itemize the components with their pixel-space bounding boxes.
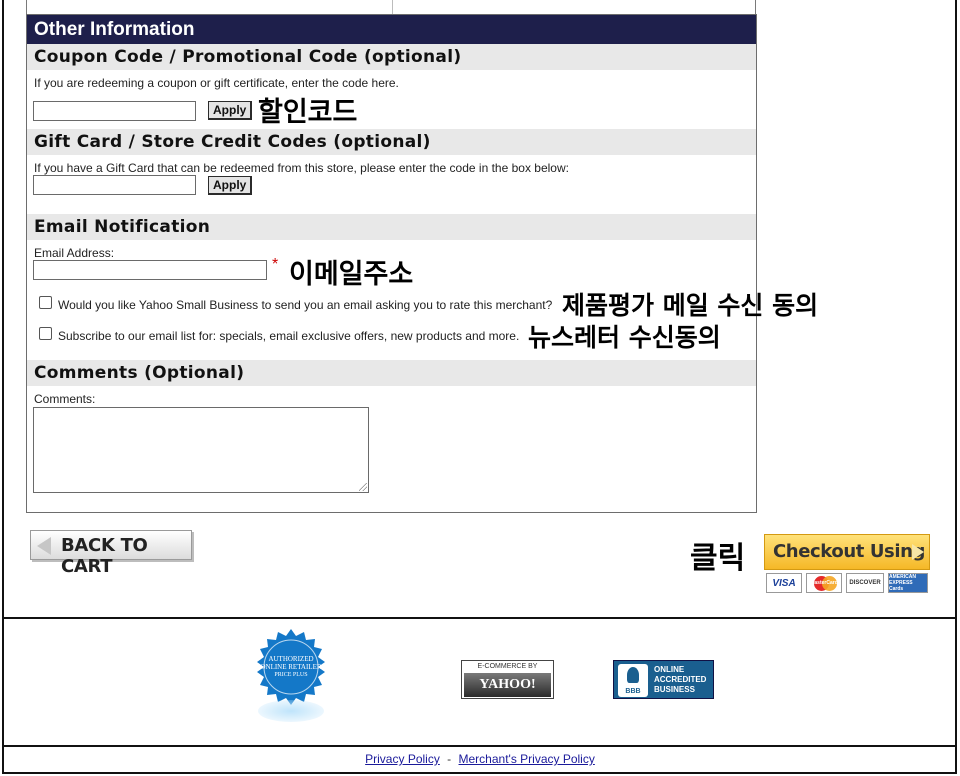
- annotation-click: 클릭: [690, 541, 746, 576]
- payment-cards: VISA MasterCard DISCOVER AMERICAN EXPRES…: [764, 571, 930, 595]
- coupon-heading: Coupon Code / Promotional Code (optional…: [27, 44, 756, 70]
- required-marker: *: [272, 256, 279, 273]
- footer-divider-bottom: [2, 745, 957, 747]
- gift-card-code-input[interactable]: [33, 175, 196, 195]
- coupon-apply-button[interactable]: Apply: [208, 101, 253, 120]
- email-notification-heading: Email Notification: [27, 214, 756, 240]
- annotation-email: 이메일주소: [289, 259, 414, 290]
- coupon-code-input[interactable]: [33, 101, 196, 121]
- subscribe-checkbox[interactable]: [39, 327, 52, 340]
- email-address-input[interactable]: [33, 260, 267, 280]
- amex-card-icon: AMERICAN EXPRESS Cards: [888, 573, 928, 593]
- seal-text: AUTHORIZED ONLINE RETAILER PRICE PLUS: [260, 654, 322, 679]
- footer-separator: -: [447, 752, 452, 766]
- yahoo-ecommerce-badge[interactable]: E-COMMERCE BY YAHOO!: [461, 660, 554, 699]
- subscribe-label: Subscribe to our email list for: special…: [58, 329, 520, 343]
- back-to-cart-button[interactable]: BACK TO CART: [30, 530, 192, 577]
- gift-card-heading: Gift Card / Store Credit Codes (optional…: [27, 129, 756, 155]
- checkout-button[interactable]: Checkout Using: [764, 534, 930, 570]
- resize-grip-icon[interactable]: [359, 483, 367, 491]
- checkout-label: Checkout Using: [773, 541, 926, 562]
- annotation-newsletter-consent: 뉴스레터 수신동의: [528, 323, 721, 352]
- annotation-review-consent: 제품평가 메일 수신 동의: [562, 291, 819, 320]
- footer-divider-top: [2, 617, 957, 619]
- bbb-accredited-badge[interactable]: BBB ONLINE ACCREDITED BUSINESS: [613, 660, 714, 699]
- footer-links: Privacy Policy - Merchant's Privacy Poli…: [0, 752, 960, 766]
- gift-card-hint: If you have a Gift Card that can be rede…: [34, 161, 569, 175]
- panel-title: Other Information: [27, 15, 756, 44]
- email-address-label: Email Address:: [34, 246, 115, 260]
- comments-heading: Comments (Optional): [27, 360, 756, 386]
- seal-reflection: [258, 700, 324, 722]
- yahoo-logo: YAHOO!: [464, 673, 551, 697]
- visa-card-icon: VISA: [766, 573, 802, 593]
- right-arrow-icon: [912, 544, 924, 560]
- rate-merchant-checkbox[interactable]: [39, 296, 52, 309]
- left-arrow-icon: [37, 537, 51, 555]
- coupon-hint: If you are redeeming a coupon or gift ce…: [34, 76, 399, 90]
- gift-card-apply-button[interactable]: Apply: [208, 176, 253, 195]
- discover-card-icon: DISCOVER: [846, 573, 884, 593]
- back-to-cart-label: BACK TO CART: [61, 535, 148, 577]
- comments-label: Comments:: [34, 392, 96, 406]
- bbb-badge-text: ONLINE ACCREDITED BUSINESS: [654, 665, 707, 694]
- annotation-coupon: 할인코드: [258, 97, 358, 128]
- rate-merchant-label: Would you like Yahoo Small Business to s…: [58, 298, 553, 312]
- yahoo-badge-caption: E-COMMERCE BY: [477, 663, 538, 670]
- comments-textarea[interactable]: [33, 407, 369, 493]
- previous-section-edge: [26, 0, 756, 14]
- privacy-policy-link[interactable]: Privacy Policy: [365, 752, 440, 766]
- mastercard-icon: MasterCard: [806, 573, 842, 593]
- merchant-privacy-policy-link[interactable]: Merchant's Privacy Policy: [459, 752, 595, 766]
- bbb-torch-icon: BBB: [618, 664, 648, 697]
